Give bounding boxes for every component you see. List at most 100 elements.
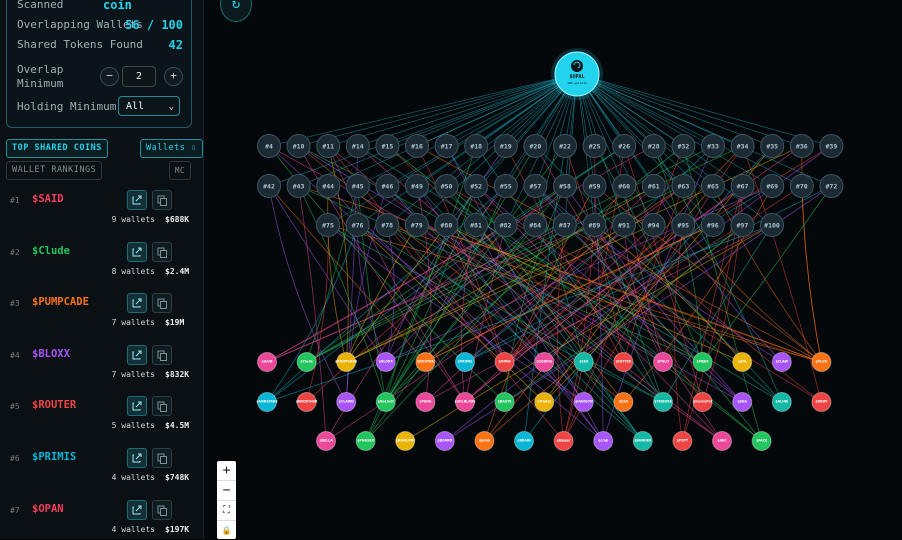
wallet-node[interactable]: #50 — [434, 174, 459, 198]
center-node[interactable]: $OPAL100 wallets — [551, 48, 603, 100]
coin-node[interactable]: $FETTER — [613, 352, 634, 372]
coin-list-item[interactable]: #5 $ROUTER 5 wallets $4.5M — [0, 396, 203, 448]
coin-node[interactable]: $crab — [593, 431, 614, 451]
coin-node[interactable]: $HANSON — [573, 392, 594, 412]
wallet-node[interactable]: #67 — [730, 174, 755, 198]
coin-node[interactable]: $lamb — [474, 431, 495, 451]
coin-node[interactable]: $SOL — [732, 352, 753, 372]
wallet-node[interactable]: #65 — [701, 174, 725, 198]
coin-node[interactable]: $ROUTER — [415, 352, 436, 372]
wallet-node[interactable]: #100 — [760, 213, 784, 237]
wallet-node[interactable]: #78 — [375, 213, 400, 237]
wallet-node[interactable]: #45 — [345, 174, 370, 198]
holding-min-select[interactable]: All ⌄ — [118, 96, 180, 116]
coin-node[interactable]: $RAVILION — [395, 431, 416, 451]
wallet-node[interactable]: #17 — [434, 134, 459, 158]
coin-list-item[interactable]: #7 $OPAN 4 wallets $197K — [0, 499, 203, 539]
coin-node[interactable]: $BELLA — [316, 431, 336, 451]
copy-button[interactable] — [152, 344, 172, 365]
overlap-increment-button[interactable]: + — [164, 67, 183, 86]
wallet-node[interactable]: #57 — [523, 174, 548, 198]
wallet-node[interactable]: #63 — [671, 174, 696, 198]
wallet-node[interactable]: #42 — [257, 174, 281, 198]
coin-node[interactable]: $SAID — [257, 352, 277, 372]
wallet-node[interactable]: #36 — [789, 134, 814, 158]
coin-node[interactable]: $SEA — [573, 352, 594, 372]
wallet-node[interactable]: #33 — [701, 134, 725, 158]
coin-node[interactable]: $Trader — [534, 392, 555, 412]
tab-top-shared-coins[interactable]: TOP SHARED COINS — [6, 139, 108, 158]
wallet-node[interactable]: #52 — [464, 174, 489, 198]
coin-node[interactable]: $ARC — [712, 431, 732, 451]
coin-node[interactable]: $PHLO — [653, 352, 673, 372]
wallet-node[interactable]: #46 — [375, 174, 400, 198]
wallet-node[interactable]: #34 — [730, 134, 755, 158]
open-external-button[interactable] — [127, 344, 147, 365]
wallet-node[interactable]: #61 — [641, 174, 666, 198]
open-external-button[interactable] — [127, 293, 147, 314]
coin-node[interactable]: $SOLBLADE — [454, 392, 476, 412]
wallet-node[interactable]: #16 — [405, 134, 429, 158]
wallet-node[interactable]: #76 — [345, 213, 370, 237]
wallet-node[interactable]: #32 — [671, 134, 696, 158]
wallet-node[interactable]: #58 — [553, 174, 577, 198]
wallet-node[interactable]: #89 — [582, 213, 607, 237]
coin-node[interactable]: $BOARD — [434, 431, 455, 451]
coin-node[interactable]: $Bigger — [553, 431, 574, 451]
overlap-min-input[interactable]: 2 — [122, 66, 156, 87]
coin-node[interactable]: $memePet — [692, 392, 713, 412]
mc-sort-button[interactable]: MC — [169, 161, 192, 180]
wallet-node[interactable]: #97 — [730, 213, 755, 237]
coin-node[interactable]: $BUNNER — [632, 431, 653, 451]
coin-list-item[interactable]: #3 $PUMPCADE 7 wallets $19M — [0, 293, 203, 345]
open-external-button[interactable] — [127, 241, 147, 262]
copy-button[interactable] — [152, 448, 172, 468]
copy-button[interactable] — [152, 396, 172, 417]
coin-node[interactable]: $BLOXX — [375, 352, 396, 372]
open-external-button[interactable] — [127, 448, 147, 468]
wallet-node[interactable]: #69 — [760, 174, 785, 198]
wallet-node[interactable]: #91 — [612, 213, 636, 237]
graph-area[interactable]: #4 #10 #11 #14 #15 #16 #17 #18 #19 #20 #22 #25 #26 #2… — [204, 0, 902, 539]
wallet-node[interactable]: #15 — [375, 134, 400, 158]
wallet-node[interactable]: #55 — [493, 174, 518, 198]
zoom-in-button[interactable]: + — [217, 461, 236, 481]
coin-node[interactable]: $PEPT — [672, 431, 693, 451]
coin-node[interactable]: $CLAW — [771, 352, 792, 372]
wallet-node[interactable]: #49 — [405, 174, 429, 198]
wallet-node[interactable]: #11 — [316, 134, 341, 158]
coin-list-item[interactable]: #2 $Clude 8 wallets $2.4M — [0, 241, 203, 294]
wallet-node[interactable]: #75 — [316, 213, 340, 237]
wallet-node[interactable]: #26 — [612, 134, 637, 158]
coin-list-item[interactable]: #6 $PRIMIS 4 wallets $748K — [0, 448, 203, 500]
wallet-node[interactable]: #28 — [641, 134, 666, 158]
wallet-node[interactable]: #80 — [434, 213, 459, 237]
coin-node[interactable]: $OPAN — [494, 352, 515, 372]
wallet-node[interactable]: #14 — [345, 134, 370, 158]
coin-node[interactable]: $ENS — [732, 392, 753, 412]
coin-node[interactable]: $FACE — [751, 431, 772, 451]
copy-button[interactable] — [152, 241, 172, 262]
wallet-node[interactable]: #44 — [316, 174, 341, 198]
overlap-decrement-button[interactable]: − — [100, 67, 119, 86]
wallet-node[interactable]: #20 — [523, 134, 548, 158]
coin-node[interactable]: $PUMPCADE — [335, 352, 357, 372]
coin-list-item[interactable]: #1 $SAID 9 wallets $688K — [0, 190, 203, 242]
copy-button[interactable] — [152, 499, 172, 520]
coin-node[interactable]: $PLUG — [811, 352, 832, 372]
wallet-node[interactable]: #72 — [819, 174, 844, 198]
coin-node[interactable]: $PHASER — [355, 431, 376, 451]
lock-button[interactable]: 🔒 — [217, 521, 236, 540]
coin-node[interactable]: $ALINE — [771, 392, 792, 412]
wallet-graph[interactable]: #4 #10 #11 #14 #15 #16 #17 #18 #19 #20 #22 #25 #26 #2… — [204, 0, 902, 539]
coin-node[interactable]: $BASTE — [494, 392, 515, 412]
wallet-node[interactable]: #25 — [582, 134, 607, 158]
wallets-sort-button[interactable]: Wallets ⇩ — [140, 139, 203, 158]
open-external-button[interactable] — [127, 396, 147, 417]
tab-wallet-rankings[interactable]: WALLET RANKINGS — [6, 161, 103, 180]
wallet-node[interactable]: #35 — [760, 134, 785, 158]
wallet-node[interactable]: #84 — [523, 213, 548, 237]
wallet-node[interactable]: #59 — [582, 174, 607, 198]
wallet-node[interactable]: #87 — [552, 213, 577, 237]
coin-node[interactable]: $PENG — [415, 392, 436, 412]
